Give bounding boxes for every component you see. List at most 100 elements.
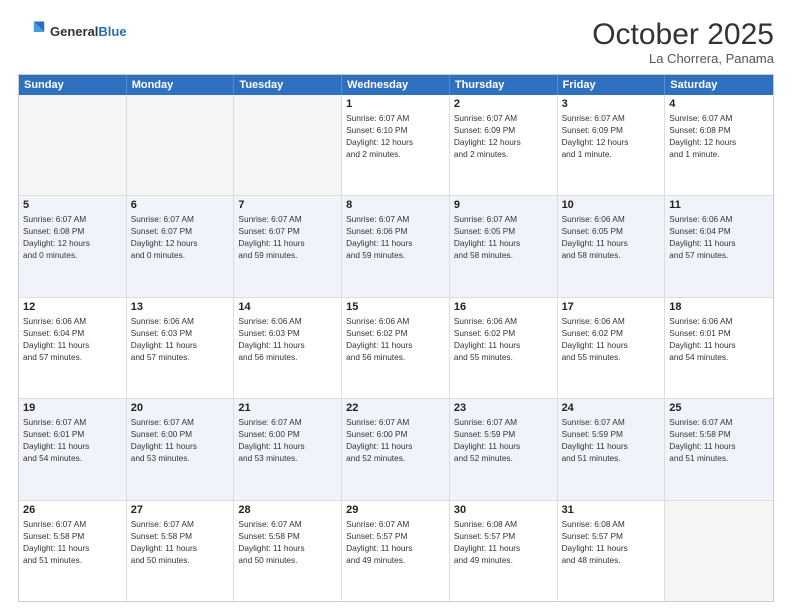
month-title: October 2025 xyxy=(592,18,774,51)
day-number: 26 xyxy=(23,504,122,516)
day-number: 3 xyxy=(562,98,661,110)
cell-line: Sunset: 6:05 PM xyxy=(454,225,553,237)
cell-line: Sunset: 6:00 PM xyxy=(131,428,230,440)
header-day-thursday: Thursday xyxy=(450,75,558,95)
cell-line: Daylight: 11 hours xyxy=(669,237,769,249)
cell-line: Sunrise: 6:07 AM xyxy=(131,518,230,530)
day-number: 27 xyxy=(131,504,230,516)
cell-line: Sunrise: 6:08 AM xyxy=(562,518,661,530)
cell-line: Daylight: 11 hours xyxy=(562,542,661,554)
day-number: 23 xyxy=(454,402,553,414)
cal-day-15: 15Sunrise: 6:06 AMSunset: 6:02 PMDayligh… xyxy=(342,298,450,398)
cell-line: Sunrise: 6:07 AM xyxy=(454,416,553,428)
cell-line: Daylight: 11 hours xyxy=(562,440,661,452)
day-number: 22 xyxy=(346,402,445,414)
day-number: 6 xyxy=(131,199,230,211)
cell-line: and 52 minutes. xyxy=(346,452,445,464)
cell-line: Sunrise: 6:07 AM xyxy=(562,416,661,428)
day-number: 20 xyxy=(131,402,230,414)
cell-line: and 1 minute. xyxy=(562,148,661,160)
cell-line: and 50 minutes. xyxy=(238,554,337,566)
cell-line: Daylight: 12 hours xyxy=(346,136,445,148)
cell-line: Daylight: 11 hours xyxy=(131,542,230,554)
cell-line: and 53 minutes. xyxy=(131,452,230,464)
cell-line: and 54 minutes. xyxy=(669,351,769,363)
cell-line: Sunset: 6:01 PM xyxy=(669,327,769,339)
cell-line: Sunset: 6:04 PM xyxy=(23,327,122,339)
cell-line: and 0 minutes. xyxy=(23,249,122,261)
cell-line: and 56 minutes. xyxy=(238,351,337,363)
cell-line: Daylight: 11 hours xyxy=(23,339,122,351)
cal-day-23: 23 Sunrise: 6:07 AMSunset: 5:59 PMDayligh… xyxy=(450,399,558,499)
day-number: 8 xyxy=(346,199,445,211)
cell-line: and 0 minutes. xyxy=(131,249,230,261)
cal-day-7: 7Sunrise: 6:07 AMSunset: 6:07 PMDaylight… xyxy=(234,196,342,296)
cell-line: Sunset: 5:57 PM xyxy=(562,530,661,542)
header: GeneralBlue October 2025 La Chorrera, Pa… xyxy=(18,18,774,66)
cell-line: Sunset: 6:00 PM xyxy=(346,428,445,440)
cell-line: and 2 minutes. xyxy=(454,148,553,160)
logo-text: GeneralBlue xyxy=(50,24,127,40)
cell-line: Sunset: 5:59 PM xyxy=(562,428,661,440)
cal-day-24: 24 Sunrise: 6:07 AMSunset: 5:59 PMDayligh… xyxy=(558,399,666,499)
day-number: 24 xyxy=(562,402,661,414)
cell-line: Sunset: 6:02 PM xyxy=(454,327,553,339)
cal-day-8: 8Sunrise: 6:07 AMSunset: 6:06 PMDaylight… xyxy=(342,196,450,296)
cal-day-6: 6Sunrise: 6:07 AMSunset: 6:07 PMDaylight… xyxy=(127,196,235,296)
calendar-row: 1Sunrise: 6:07 AMSunset: 6:10 PMDaylight… xyxy=(19,95,773,196)
cal-empty xyxy=(19,95,127,195)
cell-line: Daylight: 11 hours xyxy=(346,542,445,554)
cell-line: Sunrise: 6:07 AM xyxy=(23,213,122,225)
cell-line: Daylight: 12 hours xyxy=(131,237,230,249)
header-day-monday: Monday xyxy=(127,75,235,95)
cell-line: Sunrise: 6:06 AM xyxy=(131,315,230,327)
cell-line: Sunset: 5:59 PM xyxy=(454,428,553,440)
calendar-row: 26 Sunrise: 6:07 AM Sunset: 5:58 PM Dayligh… xyxy=(19,501,773,601)
cell-line: and 49 minutes. xyxy=(346,554,445,566)
cell-line: and 1 minute. xyxy=(669,148,769,160)
cell-line: Daylight: 11 hours xyxy=(238,237,337,249)
cell-line: and 53 minutes. xyxy=(238,452,337,464)
cal-day-25: 25Sunrise: 6:07 AMSunset: 5:58 PMDayligh… xyxy=(665,399,773,499)
cal-day-17: 17Sunrise: 6:06 AMSunset: 6:02 PMDayligh… xyxy=(558,298,666,398)
cal-day-28: 28Sunrise: 6:07 AMSunset: 5:58 PMDayligh… xyxy=(234,501,342,601)
cell-line: Sunrise: 6:07 AM xyxy=(346,518,445,530)
cell-line: Sunrise: 6:07 AM xyxy=(346,112,445,124)
cell-line: Sunset: 6:03 PM xyxy=(131,327,230,339)
cell-line: and 59 minutes. xyxy=(346,249,445,261)
cell-line: Daylight: 11 hours xyxy=(346,237,445,249)
cell-line: Daylight: 11 hours xyxy=(454,339,553,351)
cell-line: Sunset: 6:07 PM xyxy=(131,225,230,237)
day-number: 25 xyxy=(669,402,769,414)
calendar-row: 5Sunrise: 6:07 AMSunset: 6:08 PMDaylight… xyxy=(19,196,773,297)
day-number: 1 xyxy=(346,98,445,110)
header-day-tuesday: Tuesday xyxy=(234,75,342,95)
calendar-row: 12Sunrise: 6:06 AMSunset: 6:04 PMDayligh… xyxy=(19,298,773,399)
day-number: 16 xyxy=(454,301,553,313)
cell-line: Daylight: 11 hours xyxy=(454,440,553,452)
cell-line: and 55 minutes. xyxy=(454,351,553,363)
logo: GeneralBlue xyxy=(18,18,127,46)
cell-line: Sunset: 5:58 PM xyxy=(238,530,337,542)
cal-day-10: 10Sunrise: 6:06 AMSunset: 6:05 PMDayligh… xyxy=(558,196,666,296)
cell-line: and 52 minutes. xyxy=(454,452,553,464)
cell-line: Sunrise: 6:06 AM xyxy=(454,315,553,327)
cal-day-2: 2Sunrise: 6:07 AMSunset: 6:09 PMDaylight… xyxy=(450,95,558,195)
cal-day-20: 20Sunrise: 6:07 AMSunset: 6:00 PMDayligh… xyxy=(127,399,235,499)
cell-line: Daylight: 11 hours xyxy=(131,339,230,351)
cell-line: Daylight: 11 hours xyxy=(23,542,122,554)
cell-line: Daylight: 11 hours xyxy=(238,440,337,452)
cell-line: Sunset: 6:01 PM xyxy=(23,428,122,440)
day-number: 17 xyxy=(562,301,661,313)
cell-line: Daylight: 11 hours xyxy=(454,237,553,249)
cell-line: Daylight: 12 hours xyxy=(669,136,769,148)
cal-day-14: 14Sunrise: 6:06 AMSunset: 6:03 PMDayligh… xyxy=(234,298,342,398)
cell-line: and 2 minutes. xyxy=(346,148,445,160)
cell-line: Sunrise: 6:06 AM xyxy=(669,315,769,327)
cell-line: Sunset: 5:57 PM xyxy=(454,530,553,542)
cal-day-1: 1Sunrise: 6:07 AMSunset: 6:10 PMDaylight… xyxy=(342,95,450,195)
cell-line: Daylight: 11 hours xyxy=(562,339,661,351)
day-number: 13 xyxy=(131,301,230,313)
cell-line: Sunset: 6:08 PM xyxy=(23,225,122,237)
logo-general: General xyxy=(50,24,98,39)
